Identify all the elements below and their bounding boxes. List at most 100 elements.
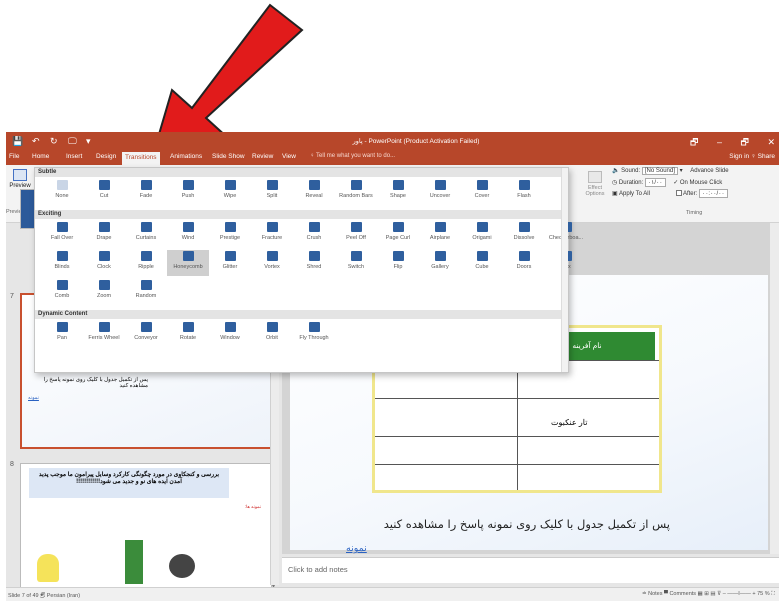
sample-link[interactable]: نمونه — [346, 543, 367, 554]
undo-icon[interactable]: ↶ — [32, 136, 40, 147]
transition-fracture[interactable]: Fracture — [251, 221, 293, 247]
tab-slide-show[interactable]: Slide Show — [212, 153, 245, 160]
transition-push[interactable]: Push — [167, 179, 209, 205]
apply-to-all-button[interactable]: Apply To All — [619, 191, 650, 197]
editor-scrollbar[interactable] — [770, 223, 779, 554]
transition-orbit[interactable]: Orbit — [251, 321, 293, 347]
minimize-button[interactable]: – — [717, 137, 722, 147]
transition-label: Ferris Wheel — [88, 335, 120, 341]
transition-cover[interactable]: Cover — [461, 179, 503, 205]
transition-honeycomb[interactable]: Honeycomb — [167, 250, 209, 276]
transition-wind[interactable]: Wind — [167, 221, 209, 247]
transition-gallery[interactable]: Gallery — [419, 250, 461, 276]
transition-shape[interactable]: Shape — [377, 179, 419, 205]
customize-toolbar-icon[interactable]: ▾ — [86, 136, 91, 147]
transition-cube[interactable]: Cube — [461, 250, 503, 276]
transition-ripple-icon — [140, 251, 152, 261]
notes-pane[interactable]: Click to add notes — [282, 557, 779, 583]
transition-curtains[interactable]: Curtains — [125, 221, 167, 247]
transition-conveyor[interactable]: Conveyor — [125, 321, 167, 347]
transition-switch[interactable]: Switch — [335, 250, 377, 276]
tab-home[interactable]: Home — [32, 153, 49, 160]
transition-comb[interactable]: Comb — [41, 279, 83, 305]
save-icon[interactable]: 💾 — [12, 136, 23, 147]
tell-me-search[interactable]: ♀ Tell me what you want to do... — [310, 153, 395, 159]
transition-label: Clock — [97, 264, 111, 270]
tab-view[interactable]: View — [282, 153, 296, 160]
transition-reveal[interactable]: Reveal — [293, 179, 335, 205]
transition-zoom[interactable]: Zoom — [83, 279, 125, 305]
tab-transitions[interactable]: Transitions — [122, 151, 160, 165]
redo-icon[interactable]: ↻ — [50, 136, 58, 147]
transition-label: Wind — [181, 235, 195, 241]
maximize-button[interactable]: 🗗 — [740, 137, 748, 147]
effect-options-icon — [588, 171, 602, 183]
tab-animations[interactable]: Animations — [170, 153, 202, 160]
transition-pan[interactable]: Pan — [41, 321, 83, 347]
transition-glitter[interactable]: Glitter — [209, 250, 251, 276]
transition-clock[interactable]: Clock — [83, 250, 125, 276]
tab-design[interactable]: Design — [96, 153, 116, 160]
transition-uncover[interactable]: Uncover — [419, 179, 461, 205]
transition-random-bars[interactable]: Random Bars — [335, 179, 377, 205]
start-from-beginning-icon[interactable]: 🖵 — [68, 136, 77, 147]
sound-select[interactable]: [No Sound] — [641, 167, 678, 175]
transition-drape-icon — [98, 222, 110, 232]
transition-label: Uncover — [429, 193, 451, 199]
transition-window[interactable]: Window — [209, 321, 251, 347]
transition-flash[interactable]: Flash — [503, 179, 545, 205]
transitions-gallery: Subtle None Cut Fade Push Wipe Split Reveal Rand… — [34, 167, 583, 373]
after-checkbox[interactable] — [675, 190, 682, 197]
tab-insert[interactable]: Insert — [66, 153, 82, 160]
sign-in-share[interactable]: Sign in ♀ Share — [729, 153, 775, 160]
view-zoom-controls[interactable]: ≐ Notes ▀ Comments ▦ ⊞ ▤ ⊽ – ——I—— + 75 … — [642, 591, 775, 598]
transition-flip[interactable]: Flip — [377, 250, 419, 276]
slide-thumbnail-8[interactable]: بررسی و کنجکاوی در مورد چگونگی کارکرد وس… — [20, 463, 272, 593]
transition-glitter-icon — [224, 251, 236, 261]
sound-label: Sound: — [621, 168, 641, 174]
transition-label: Conveyor — [134, 335, 158, 341]
transition-airplane[interactable]: Airplane — [419, 221, 461, 247]
gallery-scrollbar[interactable] — [561, 168, 568, 372]
transition-split[interactable]: Split — [251, 179, 293, 205]
transition-wipe[interactable]: Wipe — [209, 179, 251, 205]
transition-prestige[interactable]: Prestige — [209, 221, 251, 247]
transition-cut[interactable]: Cut — [83, 179, 125, 205]
transition-peel-off[interactable]: Peel Off — [335, 221, 377, 247]
tab-review[interactable]: Review — [252, 153, 273, 160]
tab-file[interactable]: File — [9, 153, 19, 160]
gallery-section-exciting: Exciting — [35, 210, 568, 219]
apply-all-row: ▣ Apply To All After: ۰۰:۰۰/۰۰ — [612, 189, 728, 199]
transition-vortex[interactable]: Vortex — [251, 250, 293, 276]
transition-random[interactable]: Random — [125, 279, 167, 305]
transition-page-curl[interactable]: Page Curl — [377, 221, 419, 247]
transition-none[interactable]: None — [41, 179, 83, 205]
transition-doors[interactable]: Doors — [503, 250, 545, 276]
transition-dissolve[interactable]: Dissolve — [503, 221, 545, 247]
transition-cut-icon — [98, 180, 110, 190]
transition-ferris-wheel[interactable]: Ferris Wheel — [83, 321, 125, 347]
transition-origami[interactable]: Origami — [461, 221, 503, 247]
transition-rotate[interactable]: Rotate — [167, 321, 209, 347]
transition-fall-over[interactable]: Fall Over — [41, 221, 83, 247]
transition-blinds[interactable]: Blinds — [41, 250, 83, 276]
transition-peel-off-icon — [350, 222, 362, 232]
transition-drape[interactable]: Drape — [83, 221, 125, 247]
gallery-section-subtle: Subtle — [35, 168, 568, 177]
on-mouse-click-checkbox[interactable]: ✓ — [673, 180, 678, 186]
transition-crush[interactable]: Crush — [293, 221, 335, 247]
transition-rotate-icon — [182, 322, 194, 332]
transition-fade[interactable]: Fade — [125, 179, 167, 205]
transition-fly-through[interactable]: Fly Through — [293, 321, 335, 347]
ribbon-display-icon[interactable]: 🗗 — [690, 137, 698, 147]
transition-label: Wipe — [223, 193, 237, 199]
effect-options-button[interactable]: Effect Options — [584, 171, 606, 203]
transition-ripple[interactable]: Ripple — [125, 250, 167, 276]
after-input[interactable]: ۰۰:۰۰/۰۰ — [698, 189, 728, 198]
duration-input[interactable]: ۰۱/۰۰ — [644, 178, 666, 187]
close-button[interactable]: ✕ — [767, 137, 775, 147]
transition-label: Fade — [139, 193, 153, 199]
transition-label: Orbit — [266, 335, 278, 341]
transition-shred[interactable]: Shred — [293, 250, 335, 276]
on-mouse-click-label: On Mouse Click — [679, 180, 723, 186]
